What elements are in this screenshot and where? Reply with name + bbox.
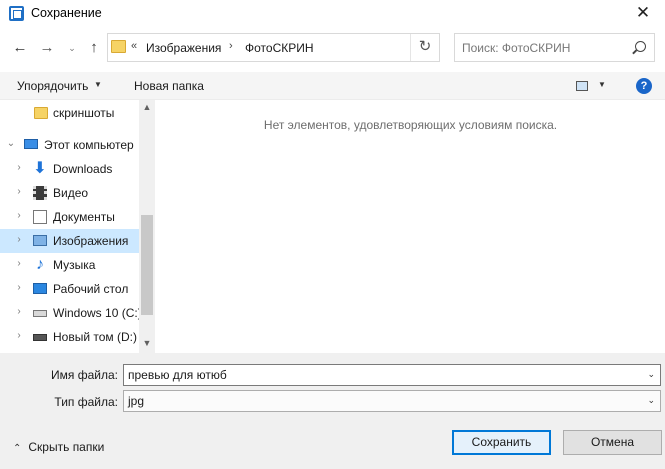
tree-item-label: скриншоты [53, 106, 115, 120]
tree-item-label: Downloads [53, 162, 113, 176]
breadcrumb-separator-icon[interactable]: › [229, 40, 233, 52]
pictures-icon [33, 235, 47, 246]
cancel-button[interactable]: Отмена [563, 430, 662, 455]
tree-item-label: Документы [53, 210, 115, 224]
save-form: Имя файла: превью для ютюб ⌄ Тип файла: … [0, 353, 665, 469]
search-input[interactable]: Поиск: ФотоСКРИН [454, 33, 655, 62]
download-icon: ⬇ [33, 160, 47, 177]
filename-value: превью для ютюб [128, 368, 227, 382]
tree-item-screenshots[interactable]: скриншоты [0, 101, 139, 125]
chevron-down-icon[interactable]: ⌄ [647, 395, 655, 406]
tree-item-label: Видео [53, 186, 89, 200]
dialog-icon [9, 6, 24, 21]
help-icon[interactable]: ? [636, 78, 652, 94]
document-icon [33, 210, 47, 224]
recent-locations-chevron-icon[interactable]: ⌄ [62, 38, 82, 58]
scroll-up-icon[interactable]: ▲ [139, 102, 155, 112]
breadcrumb-overflow[interactable]: « [131, 40, 137, 52]
drive-icon [33, 310, 47, 317]
chevron-right-icon[interactable]: › [14, 234, 24, 245]
filename-field[interactable]: превью для ютюб ⌄ [123, 364, 661, 386]
filename-label: Имя файла: [51, 368, 118, 382]
file-list[interactable]: Нет элементов, удовлетворяющих условиям … [156, 100, 665, 353]
chevron-right-icon[interactable]: › [14, 162, 24, 173]
search-icon [635, 41, 646, 52]
scrollbar-thumb[interactable] [141, 215, 153, 315]
tree-item-this-pc[interactable]: ⌄ Этот компьютер [0, 133, 139, 157]
chevron-down-icon[interactable]: ▼ [598, 80, 606, 89]
tree-item-video[interactable]: › Видео [0, 181, 139, 205]
computer-icon [24, 139, 38, 149]
tree-item-music[interactable]: › ♪ Музыка [0, 253, 139, 277]
tree-item-pictures[interactable]: › Изображения [0, 229, 139, 253]
tree-item-label: Рабочий стол [53, 282, 129, 296]
address-bar[interactable]: « Изображения › ФотоСКРИН ↻ [107, 33, 440, 62]
navigation-pane-scrollbar[interactable]: ▲ ▼ [139, 100, 155, 353]
filetype-label: Тип файла: [54, 395, 118, 409]
forward-arrow-icon[interactable]: → [37, 38, 57, 58]
window-title: Сохранение [31, 6, 102, 20]
refresh-icon[interactable]: ↻ [410, 34, 439, 61]
tree-item-label: Windows 10 (C:) [53, 306, 142, 320]
chevron-right-icon[interactable]: › [14, 210, 24, 221]
hide-folders-label: Скрыть папки [28, 440, 105, 454]
scroll-down-icon[interactable]: ▼ [139, 338, 155, 348]
chevron-down-icon[interactable]: ⌄ [647, 369, 655, 380]
hide-folders-button[interactable]: ⌃ Скрыть папки [13, 440, 104, 454]
folder-icon [111, 40, 126, 53]
tree-item-drive-d[interactable]: › Новый том (D:) [0, 325, 139, 349]
tree-item-label: Новый том (D:) [53, 330, 137, 344]
tree-item-label: Изображения [53, 234, 129, 248]
filetype-value: jpg [128, 394, 145, 408]
chevron-down-icon[interactable]: ⌄ [6, 138, 16, 149]
chevron-down-icon[interactable]: ▼ [94, 80, 102, 89]
chevron-right-icon[interactable]: › [14, 258, 24, 269]
view-options-icon[interactable] [576, 81, 588, 91]
organize-button[interactable]: Упорядочить [17, 79, 88, 93]
breadcrumb-item-pictures[interactable]: Изображения [146, 41, 221, 55]
title-bar: Сохранение ✕ [0, 0, 665, 28]
chevron-right-icon[interactable]: › [14, 186, 24, 197]
chevron-up-icon: ⌃ [13, 443, 22, 454]
close-button[interactable]: ✕ [621, 0, 665, 28]
empty-message: Нет элементов, удовлетворяющих условиям … [263, 118, 558, 132]
desktop-icon [33, 283, 47, 294]
tree-item-drive-c[interactable]: › Windows 10 (C:) [0, 301, 142, 325]
video-icon [33, 186, 47, 200]
save-button[interactable]: Сохранить [452, 430, 551, 455]
folder-icon [34, 107, 48, 119]
tree-item-desktop[interactable]: › Рабочий стол [0, 277, 139, 301]
chevron-right-icon[interactable]: › [14, 306, 24, 317]
tree-item-downloads[interactable]: › ⬇ Downloads [0, 157, 139, 181]
music-icon: ♪ [36, 256, 44, 273]
tree-item-documents[interactable]: › Документы [0, 205, 139, 229]
navigation-pane: скриншоты ⌄ Этот компьютер › ⬇ Downloads… [0, 100, 155, 353]
up-arrow-icon[interactable]: ↑ [84, 38, 104, 58]
filetype-select[interactable]: jpg ⌄ [123, 390, 661, 412]
search-placeholder: Поиск: ФотоСКРИН [462, 41, 571, 55]
drive-icon [33, 334, 47, 341]
new-folder-button[interactable]: Новая папка [134, 79, 204, 93]
tree-item-label: Этот компьютер [44, 138, 134, 152]
command-toolbar: Упорядочить ▼ Новая папка ▼ ? [0, 72, 665, 100]
back-arrow-icon[interactable]: ← [10, 38, 30, 58]
tree-item-label: Музыка [53, 258, 96, 272]
chevron-right-icon[interactable]: › [14, 330, 24, 341]
chevron-right-icon[interactable]: › [14, 282, 24, 293]
breadcrumb-item-fotoskrin[interactable]: ФотоСКРИН [245, 41, 314, 55]
